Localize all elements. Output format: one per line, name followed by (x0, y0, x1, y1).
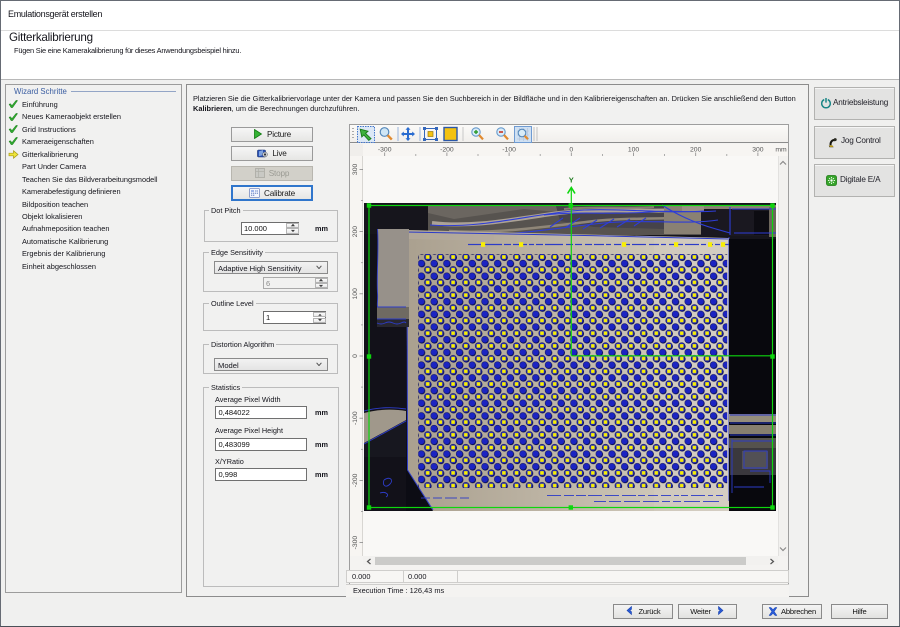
svg-text:300: 300 (752, 147, 764, 154)
svg-text:-300: -300 (378, 147, 392, 154)
svg-text:-100: -100 (502, 147, 516, 154)
svg-text:0: 0 (569, 147, 573, 154)
svg-text:200: 200 (690, 147, 702, 154)
svg-text:0: 0 (352, 354, 359, 358)
svg-text:200: 200 (352, 226, 359, 238)
svg-text:100: 100 (352, 288, 359, 300)
svg-text:Y: Y (569, 176, 574, 185)
svg-text:-300: -300 (352, 536, 359, 550)
svg-text:mm: mm (775, 147, 787, 154)
svg-text:-200: -200 (352, 473, 359, 487)
svg-text:100: 100 (628, 147, 640, 154)
svg-text:-100: -100 (352, 411, 359, 425)
svg-text:300: 300 (352, 164, 359, 176)
svg-text:-200: -200 (440, 147, 454, 154)
